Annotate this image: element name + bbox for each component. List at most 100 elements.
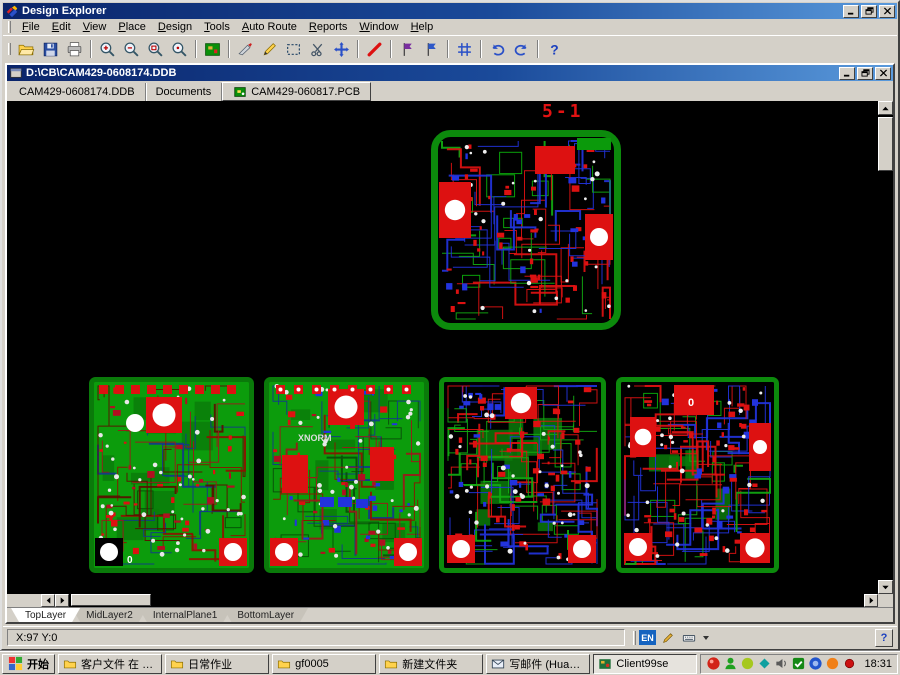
horizontal-scrollbar[interactable] (7, 594, 893, 607)
start-button[interactable]: 开始 (2, 654, 55, 674)
layer-tab-toplayer[interactable]: TopLayer (11, 608, 80, 622)
scrollbar-corner-right (878, 594, 893, 607)
knife-button[interactable] (234, 38, 257, 60)
scroll-right-end-button[interactable] (864, 594, 878, 607)
zoom-in-button[interactable] (96, 38, 119, 60)
tab-label: Documents (156, 86, 212, 98)
menu-edit[interactable]: Edit (46, 20, 77, 34)
print-button[interactable] (63, 38, 86, 60)
handwriting-icon[interactable] (659, 630, 677, 646)
taskbar-clock[interactable]: 18:31 (864, 658, 892, 670)
pcb-board-1[interactable]: 0 (89, 377, 254, 573)
scroll-down-button[interactable] (878, 580, 893, 594)
keyboard-layout-icon[interactable] (680, 630, 698, 646)
statusbar-panel: X:97 Y:0 (7, 629, 625, 646)
scroll-left-button[interactable] (41, 594, 55, 607)
task-button-client99se[interactable]: Client99se (593, 654, 697, 674)
toolbar-grip[interactable] (8, 43, 11, 55)
menubar-grip[interactable] (8, 21, 11, 33)
document-titlebar[interactable]: D:\CB\CAM429-0608174.DDB (7, 65, 893, 81)
language-indicator[interactable]: EN (639, 630, 656, 645)
document-tab-cam429-060817-pcb[interactable]: CAM429-060817.PCB (222, 82, 371, 101)
tray-orange-ball-icon[interactable] (825, 656, 840, 671)
task-button--[interactable]: 新建文件夹 (379, 654, 483, 674)
zoom-window-button[interactable] (144, 38, 167, 60)
task-button--[interactable]: 日常作业 (165, 654, 269, 674)
menu-view[interactable]: View (77, 20, 113, 34)
horizontal-scroll-thumb[interactable] (71, 594, 151, 606)
pcb-board-2[interactable]: XNORM (264, 377, 429, 573)
app-close-button[interactable] (879, 5, 895, 18)
tray-icons (706, 656, 857, 671)
menu-auto-route[interactable]: Auto Route (236, 20, 303, 34)
pcb-board-4[interactable]: 0 (616, 377, 779, 573)
document-minimize-button[interactable] (839, 67, 855, 80)
cut-button[interactable] (306, 38, 329, 60)
pcb-board-top[interactable] (431, 130, 621, 330)
tray-lime-ball-icon[interactable] (740, 656, 755, 671)
task-button--huang-y-[interactable]: 写邮件 (Huang.Y... (486, 654, 590, 674)
undo-icon (489, 41, 506, 58)
document-restore-button[interactable] (857, 67, 873, 80)
app-restore-button[interactable] (861, 5, 877, 18)
highlight-button[interactable] (363, 38, 386, 60)
menu-place[interactable]: Place (112, 20, 152, 34)
help-button[interactable]: ? (543, 38, 566, 60)
board-browser-icon (204, 41, 221, 58)
undo-button[interactable] (486, 38, 509, 60)
menu-reports[interactable]: Reports (303, 20, 354, 34)
pcb-board-3[interactable] (439, 377, 606, 573)
zoom-point-button[interactable] (168, 38, 191, 60)
toolbar-separator (195, 40, 197, 58)
scroll-up-button[interactable] (878, 101, 893, 115)
zoom-out-button[interactable] (120, 38, 143, 60)
app-titlebar[interactable]: Design Explorer (3, 3, 897, 19)
start-label: 开始 (27, 656, 49, 672)
redo-button[interactable] (510, 38, 533, 60)
place-flag-2-button[interactable] (420, 38, 443, 60)
board-browser-button[interactable] (201, 38, 224, 60)
toolbar-separator (90, 40, 92, 58)
task-button-gf0005[interactable]: gf0005 (272, 654, 376, 674)
move-button[interactable] (330, 38, 353, 60)
tray-green-buddy-icon[interactable] (723, 656, 738, 671)
task-button--2ce-[interactable]: 客户文件 在 2ce... (58, 654, 162, 674)
menu-help[interactable]: Help (405, 20, 440, 34)
menu-tools[interactable]: Tools (198, 20, 236, 34)
tray-red-dot-icon[interactable] (842, 656, 857, 671)
vertical-scrollbar[interactable] (878, 101, 893, 594)
svg-text:?: ? (550, 41, 558, 57)
vertical-scroll-track[interactable] (878, 115, 893, 580)
document-tab-documents[interactable]: Documents (146, 83, 223, 101)
place-flag-button[interactable] (396, 38, 419, 60)
layer-tab-bottomlayer[interactable]: BottomLayer (223, 608, 308, 622)
language-options-chevron[interactable] (703, 636, 709, 640)
save-button[interactable] (39, 38, 62, 60)
pcb-canvas[interactable]: 5-1 0XNORM0 (7, 101, 878, 594)
language-bar-grip[interactable] (633, 631, 636, 645)
horizontal-scroll-track[interactable] (69, 594, 864, 607)
status-help-button[interactable]: ? (875, 629, 893, 647)
task-label: 客户文件 在 2ce... (81, 656, 157, 672)
layer-tab-midlayer2[interactable]: MidLayer2 (72, 608, 147, 622)
document-tab-cam429-0608174-ddb[interactable]: CAM429-0608174.DDB (9, 83, 146, 101)
tray-blue-ball-icon[interactable] (808, 656, 823, 671)
layer-tab-internalplane1[interactable]: InternalPlane1 (139, 608, 232, 622)
document-close-button[interactable] (875, 67, 891, 80)
menu-design[interactable]: Design (152, 20, 198, 34)
draw-line-button[interactable] (258, 38, 281, 60)
vertical-scroll-thumb[interactable] (878, 117, 893, 171)
scroll-right-button[interactable] (55, 594, 69, 607)
open-button[interactable] (15, 38, 38, 60)
menu-file[interactable]: File (16, 20, 46, 34)
task-label: 写邮件 (Huang.Y... (509, 656, 585, 672)
tray-green-check-icon[interactable] (791, 656, 806, 671)
app-minimize-button[interactable] (843, 5, 859, 18)
tray-volume-icon[interactable] (774, 656, 789, 671)
select-area-button[interactable] (282, 38, 305, 60)
menu-window[interactable]: Window (353, 20, 404, 34)
tray-red-ball-icon[interactable] (706, 656, 721, 671)
cut-icon (309, 41, 326, 58)
tray-teal-diamond-icon[interactable] (757, 656, 772, 671)
grid-button[interactable] (453, 38, 476, 60)
